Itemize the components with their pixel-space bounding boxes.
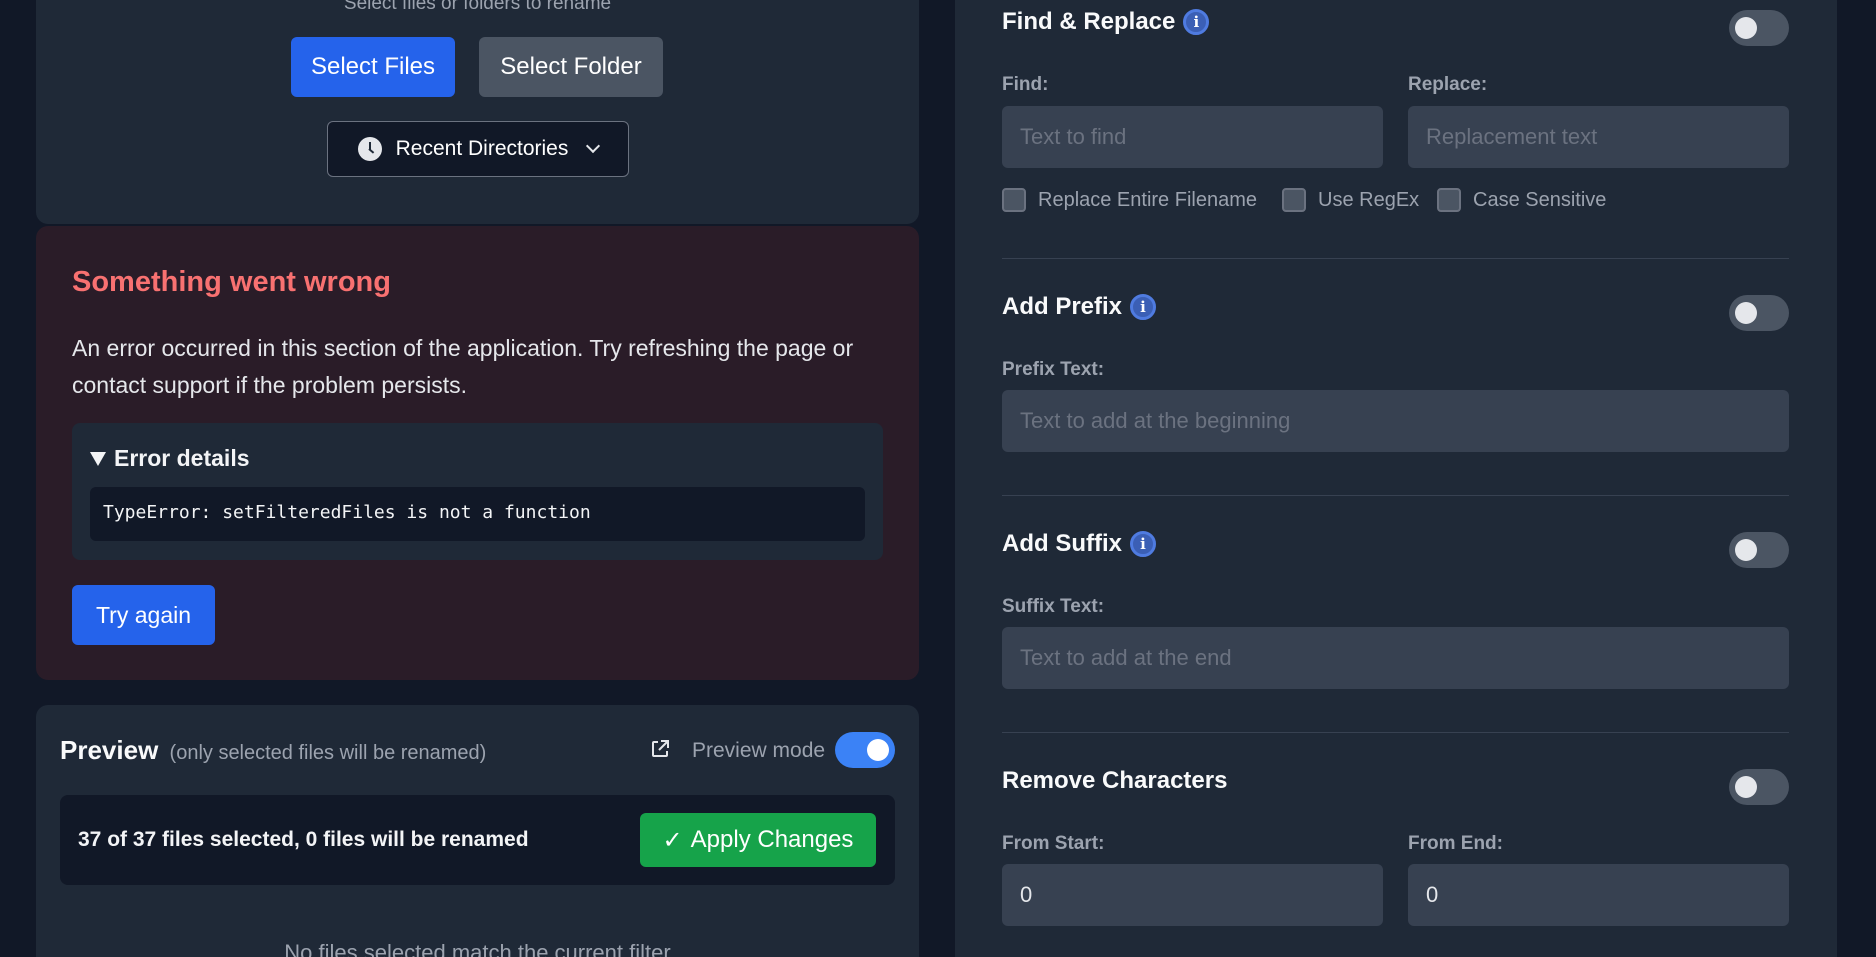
case-sensitive-label: Case Sensitive — [1473, 188, 1607, 211]
find-replace-title-text: Find & Replace — [1002, 8, 1176, 35]
error-details-label: Error details — [114, 445, 250, 471]
checkbox-box[interactable] — [1282, 188, 1306, 212]
prefix-label: Prefix Text: — [1002, 359, 1105, 380]
rename-rules-panel: Find & Replace i Find: Replace: Replace … — [955, 0, 1837, 957]
prefix-input[interactable] — [1002, 390, 1789, 452]
replace-entire-filename-label: Replace Entire Filename — [1038, 188, 1257, 211]
clock-icon — [357, 137, 382, 161]
from-start-input[interactable] — [1002, 864, 1383, 926]
chevron-down-icon — [586, 138, 601, 154]
file-selector-panel: Select files or folders to rename Select… — [36, 0, 919, 224]
error-message: TypeError: setFilteredFiles is not a fun… — [90, 487, 865, 541]
preview-title-text: Preview — [60, 735, 159, 765]
error-title: Something went wrong — [72, 266, 391, 298]
remove-characters-title: Remove Characters — [1002, 767, 1227, 795]
use-regex-label: Use RegEx — [1318, 188, 1420, 211]
info-icon[interactable]: i — [1183, 9, 1210, 35]
recent-directories-label: Recent Directories — [395, 137, 569, 160]
section-divider — [1002, 495, 1789, 496]
info-icon[interactable]: i — [1130, 531, 1156, 557]
from-start-label: From Start: — [1002, 833, 1105, 854]
find-input[interactable] — [1002, 106, 1383, 168]
remove-characters-title-text: Remove Characters — [1002, 767, 1228, 794]
select-files-button[interactable]: Select Files — [291, 37, 455, 97]
use-regex-checkbox[interactable]: Use RegEx — [1282, 188, 1419, 212]
preview-mode-label: Preview mode — [692, 739, 826, 762]
try-again-button[interactable]: Try again — [72, 585, 215, 645]
info-icon[interactable]: i — [1130, 294, 1157, 320]
recent-directories-dropdown[interactable]: Recent Directories — [327, 121, 629, 177]
check-icon: ✓ — [662, 826, 683, 854]
apply-changes-label: Apply Changes — [690, 826, 854, 853]
add-suffix-title: Add Suffix i — [1002, 530, 1156, 558]
triangle-down-icon — [90, 451, 106, 466]
suffix-label: Suffix Text: — [1002, 596, 1105, 617]
suffix-input[interactable] — [1002, 627, 1789, 689]
error-panel: Something went wrong An error occurred i… — [36, 226, 919, 680]
add-suffix-toggle[interactable] — [1729, 532, 1789, 568]
replace-label: Replace: — [1408, 74, 1488, 95]
from-end-label: From End: — [1408, 833, 1503, 854]
find-label: Find: — [1002, 74, 1049, 95]
add-prefix-title-text: Add Prefix — [1002, 293, 1123, 320]
error-details: Error details TypeError: setFilteredFile… — [72, 423, 883, 560]
preview-panel: Preview (only selected files will be ren… — [36, 705, 919, 957]
preview-title: Preview (only selected files will be ren… — [60, 735, 486, 766]
error-description: An error occurred in this section of the… — [72, 335, 854, 398]
empty-message: No files selected match the current filt… — [284, 940, 671, 957]
select-folder-button[interactable]: Select Folder — [479, 37, 663, 97]
error-details-toggle[interactable]: Error details — [90, 445, 250, 472]
add-suffix-title-text: Add Suffix — [1002, 530, 1122, 557]
find-replace-title: Find & Replace i — [1002, 8, 1210, 36]
find-replace-toggle[interactable] — [1729, 10, 1789, 46]
external-link-icon[interactable] — [650, 739, 670, 759]
replace-entire-filename-checkbox[interactable]: Replace Entire Filename — [1002, 188, 1257, 212]
section-divider — [1002, 258, 1789, 259]
case-sensitive-checkbox[interactable]: Case Sensitive — [1437, 188, 1606, 212]
add-prefix-title: Add Prefix i — [1002, 293, 1157, 321]
remove-characters-toggle[interactable] — [1729, 769, 1789, 805]
replace-input[interactable] — [1408, 106, 1789, 168]
apply-changes-button[interactable]: ✓ Apply Changes — [640, 813, 876, 867]
section-divider — [1002, 732, 1789, 733]
add-prefix-toggle[interactable] — [1729, 295, 1789, 331]
selector-hint: Select files or folders to rename — [343, 0, 612, 14]
checkbox-box[interactable] — [1437, 188, 1461, 212]
preview-subtitle: (only selected files will be renamed) — [169, 742, 487, 764]
preview-mode-toggle[interactable] — [835, 732, 895, 768]
selection-count: 37 of 37 files selected, 0 files will be… — [78, 828, 529, 851]
selection-status-bar: 37 of 37 files selected, 0 files will be… — [60, 795, 895, 885]
checkbox-box[interactable] — [1002, 188, 1026, 212]
from-end-input[interactable] — [1408, 864, 1789, 926]
